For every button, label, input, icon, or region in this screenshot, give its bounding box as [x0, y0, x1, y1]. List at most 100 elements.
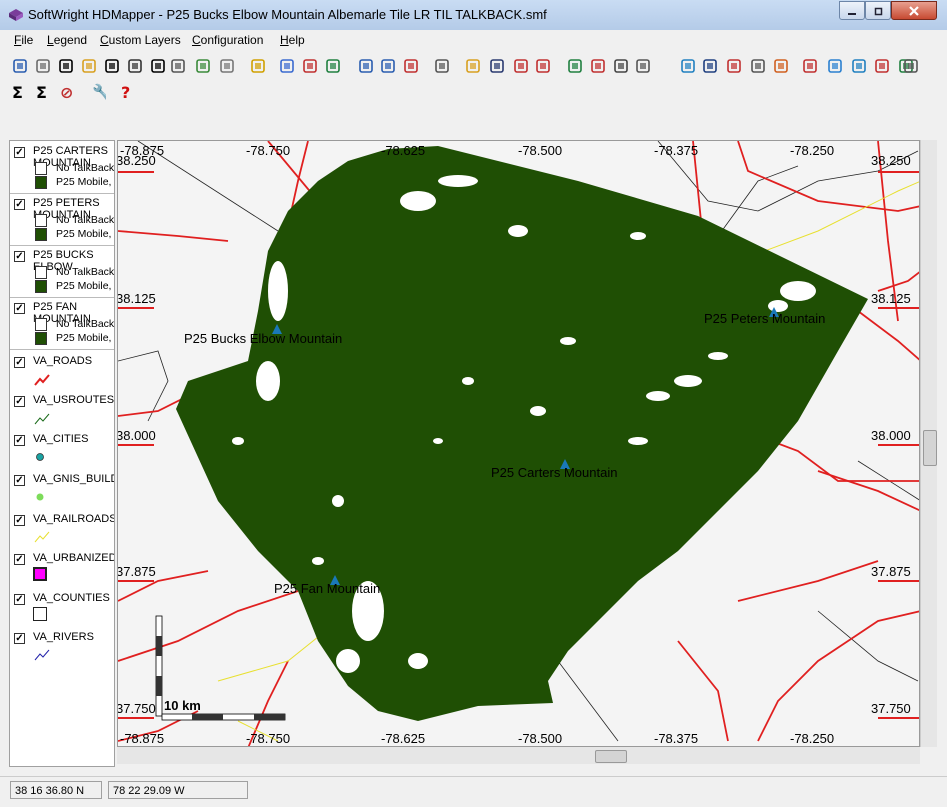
lat-tick-label: 37.750: [871, 701, 911, 716]
zoom-in-icon[interactable]: [356, 56, 375, 76]
no-talkback-swatch: [35, 318, 47, 331]
lon-tick-label: -78.375: [654, 731, 699, 746]
lon-tick-label: -78.625: [381, 731, 426, 746]
layer-checkbox[interactable]: ✓: [14, 515, 25, 526]
app-logo-icon: [9, 9, 23, 21]
menu-help[interactable]: Help: [280, 33, 305, 47]
layer-checkbox[interactable]: ✓: [14, 554, 25, 565]
layer-checkbox[interactable]: ✓: [14, 633, 25, 644]
lon-tick-label: -78.750: [246, 731, 291, 746]
convert-icon[interactable]: [588, 56, 607, 76]
zoom-out-icon[interactable]: [378, 56, 397, 76]
layer-name: VA_COUNTIES: [33, 592, 110, 604]
lon-tick-label: -78.375: [654, 143, 699, 158]
zoom-cancel-icon[interactable]: [401, 56, 420, 76]
legend-entry-label: No TalkBack: [56, 318, 115, 330]
import-icon[interactable]: [533, 56, 552, 76]
maximize-button[interactable]: [865, 1, 891, 20]
lon-tick-label: -78.250: [790, 143, 835, 158]
menu-configuration[interactable]: Configuration: [192, 33, 263, 47]
status-latitude: 38 16 36.80 N: [10, 781, 102, 799]
legend-divider: [10, 297, 114, 298]
layers-a-icon[interactable]: [277, 56, 296, 76]
vertical-scrollbar[interactable]: [920, 140, 937, 747]
secondary-toolbar: Σ Σ ⊘ 🔧?: [0, 80, 200, 106]
lat-tick-label: 38.250: [871, 153, 911, 168]
layer-fill-icon[interactable]: [849, 56, 868, 76]
lon-tick-label: -78.250: [790, 731, 835, 746]
open-folder-icon[interactable]: [463, 56, 482, 76]
site-label: P25 Bucks Elbow Mountain: [184, 331, 343, 346]
layer-checkbox[interactable]: ✓: [14, 396, 25, 407]
map-canvas[interactable]: -78.875 -78.750 -78.625 -78.500 -78.375 …: [117, 140, 920, 747]
help-icon[interactable]: ?: [117, 82, 136, 102]
minimize-button[interactable]: [839, 1, 865, 20]
globe-icon[interactable]: [700, 56, 719, 76]
menu-custom-layers[interactable]: Custom Layers: [100, 33, 181, 47]
lat-tick-label: 37.875: [117, 564, 156, 579]
checklist-icon[interactable]: [565, 56, 584, 76]
table-icon[interactable]: [748, 56, 767, 76]
layer-checkbox[interactable]: ✓: [14, 303, 25, 314]
export-icon[interactable]: [511, 56, 530, 76]
dxf-icon[interactable]: [611, 56, 630, 76]
layer-checkbox[interactable]: ✓: [14, 147, 25, 158]
legend-entry-label: P25 Mobile,: [56, 280, 112, 292]
layers-c-icon[interactable]: [323, 56, 342, 76]
layer-checkbox[interactable]: ✓: [14, 594, 25, 605]
save-icon[interactable]: [487, 56, 506, 76]
add-layer-icon[interactable]: [800, 56, 819, 76]
text-icon[interactable]: [102, 56, 121, 76]
print-icon[interactable]: [432, 56, 451, 76]
compass-icon[interactable]: [633, 56, 652, 76]
lat-tick-label: 38.000: [117, 428, 156, 443]
edit-point-icon[interactable]: [168, 56, 187, 76]
menu-legend[interactable]: Legend: [47, 33, 87, 47]
lat-tick-label: 38.250: [117, 153, 156, 168]
points-icon[interactable]: [872, 56, 891, 76]
label-icon[interactable]: [79, 56, 98, 76]
layers-b-icon[interactable]: [300, 56, 319, 76]
globe-color-icon[interactable]: [678, 56, 697, 76]
legend-divider: [10, 193, 114, 194]
layer-stack-icon[interactable]: [825, 56, 844, 76]
wrench-icon[interactable]: 🔧: [88, 82, 107, 102]
menu-file[interactable]: File: [14, 33, 33, 47]
pan-hand-icon[interactable]: [33, 56, 52, 76]
vertical-scroll-thumb[interactable]: [923, 430, 937, 466]
notes-icon[interactable]: [901, 56, 920, 76]
image-icon[interactable]: [217, 56, 236, 76]
layer-checkbox[interactable]: ✓: [14, 435, 25, 446]
layer-checkbox[interactable]: ✓: [14, 199, 25, 210]
select-arrow-icon[interactable]: [148, 56, 167, 76]
layer-checkbox[interactable]: ✓: [14, 357, 25, 368]
river-line-icon: [34, 649, 50, 661]
menu-bar: File Legend Custom Layers Configuration …: [0, 30, 947, 50]
sum-icon[interactable]: Σ: [8, 82, 27, 102]
horizontal-scroll-thumb[interactable]: [595, 750, 627, 763]
paint-icon[interactable]: [771, 56, 790, 76]
legend-divider: [10, 245, 114, 246]
lon-tick-label: -78.500: [518, 731, 563, 746]
site-label: P25 Fan Mountain: [274, 581, 381, 596]
close-button[interactable]: [891, 1, 937, 20]
railroad-line-icon: [34, 531, 50, 543]
restore-icon: [874, 7, 883, 15]
horizontal-scrollbar[interactable]: [117, 747, 920, 764]
layer-checkbox[interactable]: ✓: [14, 251, 25, 262]
city-dot-icon: [36, 453, 44, 461]
layer-checkbox[interactable]: ✓: [14, 475, 25, 486]
mobile-swatch: [35, 176, 47, 189]
layer-name: VA_URBANIZED: [33, 552, 115, 564]
profile-icon[interactable]: [193, 56, 212, 76]
legend-entry-label: P25 Mobile,: [56, 228, 112, 240]
grid-color-icon[interactable]: [724, 56, 743, 76]
pencil-icon[interactable]: [248, 56, 267, 76]
zoom-area-icon[interactable]: [10, 56, 29, 76]
stop-icon[interactable]: ⊘: [56, 82, 75, 102]
lat-tick-label: 37.750: [117, 701, 156, 716]
sum-edit-icon[interactable]: Σ: [32, 82, 51, 102]
resize-icon[interactable]: [125, 56, 144, 76]
building-dot-icon: [36, 493, 44, 501]
info-icon[interactable]: [56, 56, 75, 76]
